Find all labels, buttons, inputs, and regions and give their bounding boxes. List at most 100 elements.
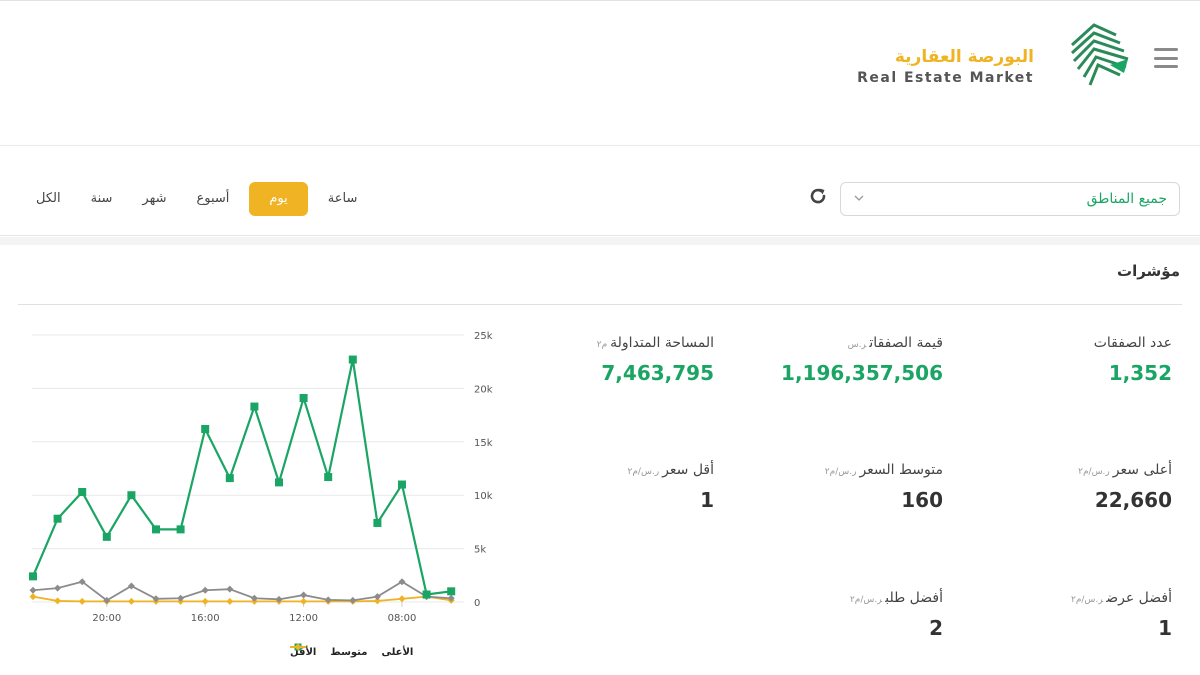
stat-unit: ر.س/م٢	[824, 467, 857, 477]
data-point	[53, 514, 62, 523]
stat-value: 1,196,357,506	[781, 361, 943, 385]
stat-label: قيمة الصفقات	[869, 335, 943, 351]
data-point	[176, 525, 185, 534]
menu-icon[interactable]	[1154, 48, 1178, 68]
y-tick-label: 5k	[474, 545, 486, 556]
data-point	[54, 597, 62, 605]
legend-item[interactable]: الأقل	[290, 643, 316, 658]
data-point	[152, 525, 160, 534]
stat-unit: م٢	[596, 340, 608, 350]
data-point	[348, 355, 357, 364]
stat-max-price: أعلى سعرر.س/م٢ 22,660	[1078, 462, 1172, 512]
stat-label: أفضل طلب	[885, 590, 943, 606]
period-tabs: ساعة يوم أسبوع شهر سنة الكل	[26, 182, 367, 216]
data-point	[78, 487, 87, 496]
app-header: البورصة العقارية Real Estate Market	[0, 0, 1200, 146]
data-point	[324, 473, 333, 482]
y-tick-label: 25k	[474, 331, 493, 342]
stat-unit: ر.س	[847, 340, 867, 350]
stat-value: 1	[1158, 616, 1172, 640]
logo-icon	[1070, 23, 1129, 86]
stat-best-bid: أفضل طلبر.س/م٢ 2	[850, 590, 943, 640]
stat-deals-value: قيمة الصفقاتر.س 1,196,357,506	[781, 335, 943, 385]
x-tick-label: 16:00	[191, 613, 220, 624]
data-point	[78, 597, 86, 605]
data-point	[373, 518, 382, 527]
data-point	[398, 480, 406, 489]
x-tick-label: 20:00	[92, 613, 121, 624]
series-line	[31, 359, 452, 596]
stat-label: أعلى سعر	[1112, 462, 1172, 478]
data-point	[29, 586, 37, 594]
data-point	[201, 424, 210, 433]
legend-item[interactable]: الأعلى	[290, 643, 414, 658]
data-point	[349, 596, 357, 604]
stat-label: عدد الصفقات	[1093, 335, 1172, 351]
stat-value: 160	[901, 488, 943, 512]
y-tick-label: 20k	[474, 384, 493, 395]
data-point	[447, 587, 456, 596]
section-title: مؤشرات	[1117, 262, 1180, 280]
stat-unit: ر.س/م٢	[1078, 467, 1110, 477]
section-gap	[0, 237, 1200, 245]
filter-bar: جميع المناطق ساعة يوم أسبوع شهر سنة الكل	[0, 148, 1200, 236]
logo-arabic: البورصة العقارية	[894, 47, 1034, 67]
tab-week[interactable]: أسبوع	[186, 182, 239, 216]
chevron-down-icon	[854, 195, 864, 201]
data-point	[299, 394, 308, 403]
y-tick-label: 0	[474, 598, 480, 609]
stat-traded-area: المساحة المتداولةم٢ 7,463,795	[597, 335, 714, 385]
stat-unit: ر.س/م٢	[849, 595, 883, 605]
refresh-icon[interactable]	[806, 184, 830, 208]
data-point	[226, 585, 234, 593]
stat-value: 22,660	[1094, 488, 1172, 512]
stat-min-price: أقل سعرر.س/م٢ 1	[628, 462, 715, 512]
logo-text: البورصة العقارية Real Estate Market	[857, 47, 1034, 87]
data-point	[275, 478, 283, 487]
y-tick-label: 15k	[474, 438, 493, 449]
tab-month[interactable]: شهر	[132, 182, 176, 216]
data-point	[300, 591, 308, 599]
data-point	[398, 595, 406, 603]
data-point	[300, 597, 308, 605]
logo-english: Real Estate Market	[857, 70, 1034, 86]
tab-hour[interactable]: ساعة	[318, 182, 368, 216]
stat-label: أقل سعر	[662, 462, 714, 478]
y-tick-label: 10k	[474, 491, 493, 502]
stat-value: 7,463,795	[601, 361, 714, 385]
series-line	[32, 580, 452, 602]
tab-all[interactable]: الكل	[26, 182, 71, 216]
data-point	[127, 491, 136, 500]
stat-unit: ر.س/م٢	[627, 467, 660, 477]
divider	[18, 304, 1182, 305]
price-chart: 0 5k 10k 15k 20k 25k 20:00 16:00 12:00 08:00 الأع…	[20, 322, 500, 667]
stat-value: 2	[929, 616, 943, 640]
tab-year[interactable]: سنة	[81, 182, 123, 216]
stat-label: المساحة المتداولة	[610, 335, 714, 351]
data-point	[29, 593, 37, 601]
stat-label: أفضل عرض	[1106, 590, 1172, 606]
stat-value: 1,352	[1108, 361, 1172, 385]
legend-label: الأعلى	[381, 646, 414, 658]
data-point	[127, 597, 135, 605]
data-point	[226, 597, 234, 605]
legend-item[interactable]: متوسط	[290, 643, 368, 658]
legend-label: متوسط	[330, 646, 368, 658]
data-point	[422, 590, 431, 599]
data-point	[54, 584, 62, 592]
data-point	[102, 532, 111, 541]
region-select[interactable]: جميع المناطق	[840, 182, 1180, 216]
x-tick-label: 08:00	[388, 613, 417, 624]
tab-day[interactable]: يوم	[249, 182, 308, 216]
data-point	[225, 474, 234, 483]
region-select-value: جميع المناطق	[1086, 191, 1167, 207]
chart-legend: الأعلى متوسط الأقل	[290, 642, 413, 662]
stat-deals-count: عدد الصفقات 1,352	[1094, 335, 1172, 385]
stat-unit: ر.س/م٢	[1070, 595, 1104, 605]
stat-avg-price: متوسط السعرر.س/م٢ 160	[825, 462, 943, 512]
stat-value: 1	[700, 488, 714, 512]
x-tick-label: 12:00	[289, 613, 318, 624]
data-point	[250, 402, 259, 411]
data-point	[201, 586, 209, 594]
chart-svg: 0 5k 10k 15k 20k 25k 20:00 16:00 12:00 08:00	[29, 331, 493, 624]
